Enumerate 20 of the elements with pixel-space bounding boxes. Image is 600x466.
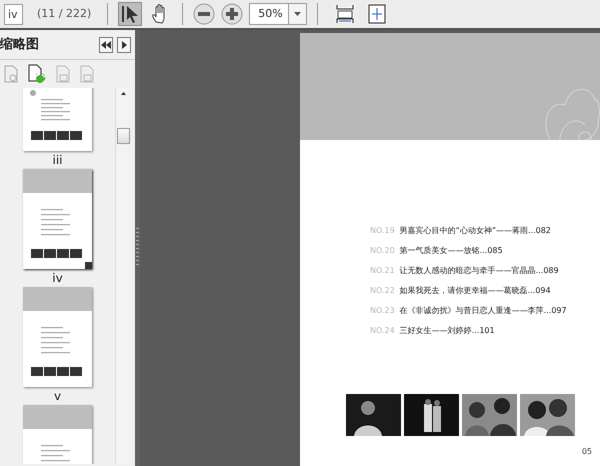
thumbnail-label: iv: [52, 270, 63, 287]
entry-title: 如果我死去，请你更幸福——葛晓磊...094: [400, 285, 551, 297]
entry-title: 在《非诚勿扰》与昔日恋人重逢——李萍...097: [400, 305, 567, 317]
entry-title: 男嘉宾心目中的“心动女神”——蒋雨...082: [400, 225, 551, 237]
entry-title: 让无数人感动的暗恋与牵手——官晶晶...089: [400, 265, 559, 277]
thumbnail-label: iii: [52, 152, 62, 169]
zoom-field[interactable]: 50%: [249, 3, 290, 25]
page-number: 05: [580, 446, 593, 458]
entry-number: NO.22: [370, 285, 395, 297]
page-count: (11 / 222): [36, 6, 92, 22]
page-number-field[interactable]: iv: [4, 4, 23, 24]
entry-number: NO.20: [370, 245, 395, 257]
entry-number: NO.19: [370, 225, 395, 237]
entry-number: NO.23: [370, 305, 395, 317]
thumbnail-label: v: [54, 388, 62, 405]
entry-title: 三好女生——刘婷婷...101: [400, 325, 495, 337]
entry-title: 第一气质美女——放铭...085: [400, 245, 503, 257]
entry-number: NO.21: [370, 265, 395, 277]
panel-title: 缩略图: [0, 36, 39, 54]
entry-number: NO.24: [370, 325, 395, 337]
